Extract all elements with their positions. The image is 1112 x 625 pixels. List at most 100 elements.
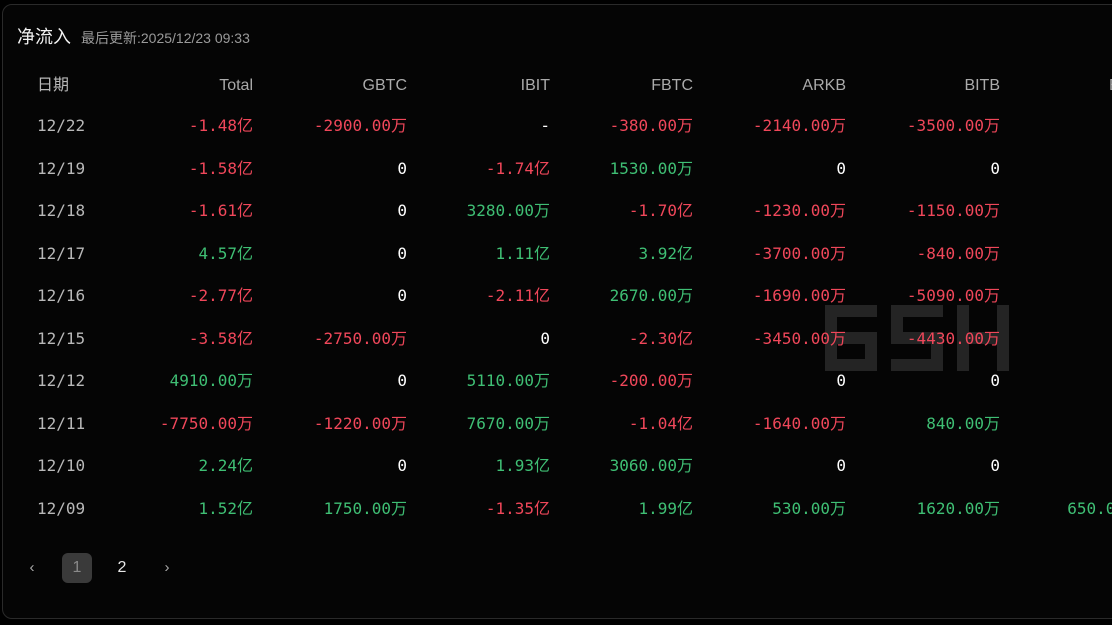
table-row: 12/10 2.24亿 0 1.93亿 3060.00万 0 0	[3, 451, 1112, 481]
value-cell	[1023, 196, 1112, 226]
value-cell: 1.99亿	[638, 498, 693, 518]
value-cell: 0	[990, 371, 1000, 390]
value-cell: 0	[836, 158, 846, 178]
value-cell: -2.30亿	[628, 328, 693, 348]
value-cell: 0	[397, 201, 407, 220]
table-row: 12/16 -2.77亿 0 -2.11亿 2670.00万 -1690.00万 -5090…	[3, 281, 1112, 311]
column-header-btc: BTC	[1023, 71, 1112, 101]
value-cell: -1.61亿	[188, 201, 253, 220]
date-cell: 12/18	[37, 201, 86, 220]
value-cell: -4430.00万	[906, 328, 1000, 348]
value-cell: 2670.00万	[609, 286, 693, 305]
value-cell: 2.24亿	[198, 456, 253, 475]
value-cell: -1.70亿	[628, 201, 693, 220]
value-cell: 650.00万	[1067, 498, 1112, 518]
value-cell: -1220.00万	[313, 413, 407, 433]
column-header-bitb: BITB	[964, 77, 1000, 94]
value-cell	[1023, 281, 1112, 311]
table-row: 12/18 -1.61亿 0 3280.00万 -1.70亿 -1230.00万 -1150…	[3, 196, 1112, 226]
value-cell: 840.00万	[926, 413, 1000, 433]
value-cell: 3.92亿	[638, 243, 693, 263]
column-header-日期: 日期	[37, 77, 70, 94]
last-updated: 最后更新:2025/12/23 09:33	[81, 30, 250, 46]
table-row: 12/11 -7750.00万 -1220.00万 7670.00万 -1.04亿 -16…	[3, 409, 1112, 439]
value-cell: -1.74亿	[485, 158, 550, 178]
value-cell: 0	[397, 371, 407, 390]
table-row: 12/15 -3.58亿 -2750.00万 0 -2.30亿 -3450.00万 -443…	[3, 324, 1112, 354]
prev-page-button[interactable]: ‹	[17, 553, 47, 583]
table-row: 12/17 4.57亿 0 1.11亿 3.92亿 -3700.00万 -840.00万	[3, 239, 1112, 269]
date-cell: 12/16	[37, 286, 86, 305]
value-cell: -5090.00万	[906, 286, 1000, 305]
column-header-arkb: ARKB	[802, 77, 846, 94]
value-cell	[1023, 239, 1112, 269]
date-cell: 12/12	[37, 371, 86, 390]
value-cell: 0	[397, 286, 407, 305]
value-cell: -1.48亿	[188, 116, 253, 135]
value-cell: -1690.00万	[752, 286, 846, 305]
pagination: ‹ 1 2 ›	[17, 553, 197, 583]
value-cell: -	[540, 116, 550, 135]
value-cell	[1023, 366, 1112, 396]
table-row: 12/19 -1.58亿 0 -1.74亿 1530.00万 0 0	[3, 154, 1112, 184]
date-cell: 12/19	[37, 158, 86, 178]
value-cell: -2900.00万	[313, 116, 407, 135]
date-cell: 12/10	[37, 456, 86, 475]
value-cell: 0	[397, 158, 407, 178]
value-cell	[1023, 111, 1112, 141]
value-cell: 0	[990, 456, 1000, 475]
value-cell: 3060.00万	[609, 456, 693, 475]
value-cell: -3450.00万	[752, 328, 846, 348]
date-cell: 12/17	[37, 243, 86, 263]
value-cell: -1.35亿	[485, 498, 550, 518]
value-cell: 530.00万	[772, 498, 846, 518]
value-cell: -2750.00万	[313, 328, 407, 348]
next-page-button[interactable]: ›	[152, 553, 182, 583]
value-cell	[1023, 154, 1112, 184]
value-cell	[1023, 324, 1112, 354]
value-cell: 1620.00万	[916, 498, 1000, 518]
value-cell: 0	[836, 371, 846, 390]
value-cell: -3500.00万	[906, 116, 1000, 135]
value-cell: -7750.00万	[159, 413, 253, 433]
table-row: 12/22 -1.48亿 -2900.00万 - -380.00万 -2140.00万 -3…	[3, 111, 1112, 141]
value-cell: 1.52亿	[198, 498, 253, 518]
table-row: 12/09 1.52亿 1750.00万 -1.35亿 1.99亿 530.00万 1620…	[3, 494, 1112, 524]
value-cell: 1.93亿	[495, 456, 550, 475]
value-cell: 0	[397, 456, 407, 475]
table-header-row: 日期 Total GBTC IBIT FBTC ARKB BITB BTC	[3, 71, 1112, 101]
page-button-2[interactable]: 2	[107, 553, 137, 583]
value-cell: -1150.00万	[906, 201, 1000, 220]
panel-header: 净流入 最后更新:2025/12/23 09:33	[17, 23, 250, 49]
value-cell: -3.58亿	[188, 328, 253, 348]
value-cell: -1.04亿	[628, 413, 693, 433]
panel-title: 净流入	[17, 27, 71, 47]
value-cell: -2140.00万	[752, 116, 846, 135]
value-cell: -840.00万	[916, 243, 1000, 263]
column-header-fbtc: FBTC	[651, 77, 693, 94]
column-header-ibit: IBIT	[520, 77, 550, 94]
value-cell: 0	[540, 328, 550, 348]
value-cell: 5110.00万	[466, 371, 550, 390]
value-cell	[1023, 451, 1112, 481]
date-cell: 12/09	[37, 498, 86, 518]
value-cell: 3280.00万	[466, 201, 550, 220]
date-cell: 12/15	[37, 328, 86, 348]
value-cell: 0	[990, 158, 1000, 178]
page-button-1[interactable]: 1	[62, 553, 92, 583]
value-cell: 1750.00万	[323, 498, 407, 518]
value-cell: -2.11亿	[485, 286, 550, 305]
column-header-gbtc: GBTC	[362, 77, 407, 94]
value-cell: -1640.00万	[752, 413, 846, 433]
value-cell: -200.00万	[609, 371, 693, 390]
value-cell: 4.57亿	[198, 243, 253, 263]
value-cell: 7670.00万	[466, 413, 550, 433]
value-cell	[1023, 409, 1112, 439]
value-cell: -3700.00万	[752, 243, 846, 263]
value-cell: 0	[836, 456, 846, 475]
value-cell: 4910.00万	[169, 371, 253, 390]
value-cell: 1530.00万	[609, 158, 693, 178]
value-cell: -380.00万	[609, 116, 693, 135]
value-cell: -1.58亿	[188, 158, 253, 178]
value-cell: 1.11亿	[495, 243, 550, 263]
